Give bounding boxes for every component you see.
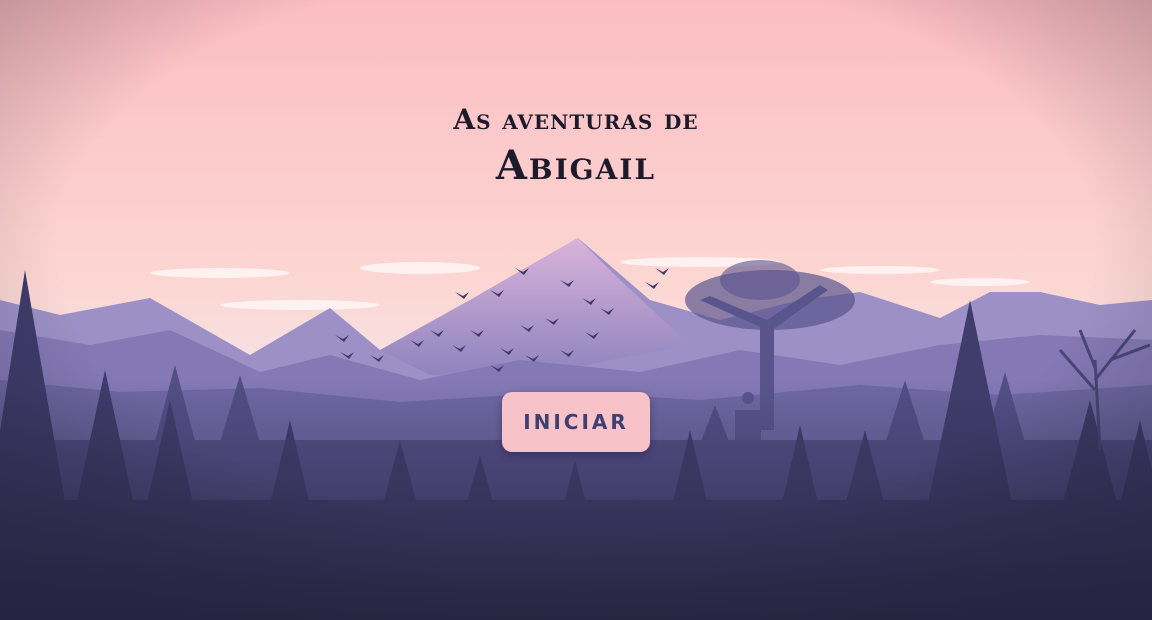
vignette xyxy=(0,0,1152,620)
start-button[interactable]: INICIAR xyxy=(502,392,650,452)
background-landscape xyxy=(0,0,1152,620)
game-title: As aventuras de Abigail xyxy=(0,100,1152,192)
title-line-1: As aventuras de xyxy=(453,103,699,136)
title-line-2: Abigail xyxy=(495,142,657,189)
